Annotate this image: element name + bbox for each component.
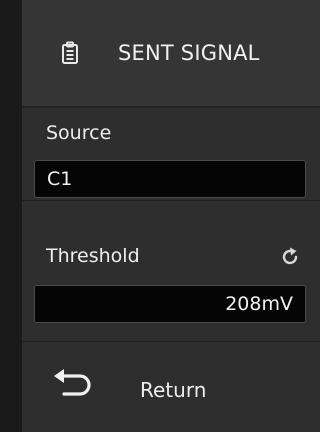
divider (22, 341, 320, 342)
document-icon (60, 41, 80, 65)
threshold-section[interactable]: Threshold 208mV (22, 201, 320, 341)
threshold-label: Threshold (46, 245, 140, 267)
return-button[interactable]: Return (22, 348, 320, 432)
menu-header: SENT SIGNAL (22, 0, 320, 108)
threshold-field[interactable]: 208mV (34, 285, 306, 323)
sent-signal-menu-panel: SENT SIGNAL Source C1 Threshold 208mV Re… (22, 0, 320, 432)
refresh-icon[interactable] (279, 246, 301, 268)
source-section[interactable]: Source C1 (22, 108, 320, 200)
menu-title: SENT SIGNAL (118, 41, 260, 65)
return-arrow-icon (52, 366, 96, 400)
source-field[interactable]: C1 (34, 160, 306, 198)
source-label: Source (46, 122, 112, 144)
return-label: Return (140, 378, 207, 402)
